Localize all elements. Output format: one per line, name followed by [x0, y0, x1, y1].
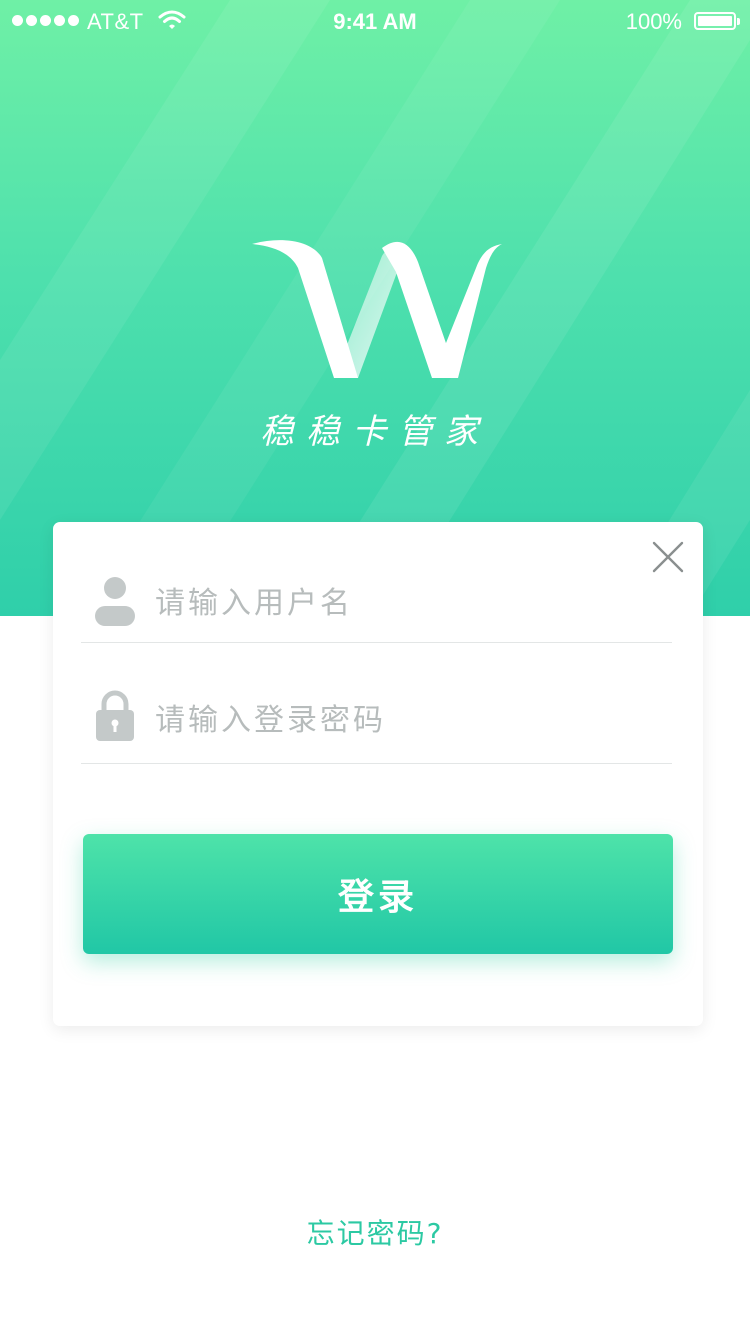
battery-icon	[694, 12, 740, 30]
username-input[interactable]	[155, 578, 655, 628]
login-button[interactable]: 登录	[83, 834, 673, 954]
login-card: 登录	[53, 522, 703, 1026]
lock-icon	[96, 690, 134, 741]
username-field	[81, 552, 672, 643]
password-input[interactable]	[155, 695, 655, 745]
w-ribbon-logo-icon	[252, 240, 502, 378]
user-icon	[95, 577, 135, 626]
brand-name: 稳稳卡管家	[260, 412, 490, 452]
password-field	[81, 672, 672, 764]
status-bar: AT&T 9:41 AM 100%	[0, 0, 750, 40]
battery-percentage: 100%	[625, 9, 682, 34]
forgot-password-link[interactable]: 忘记密码?	[0, 1212, 750, 1252]
